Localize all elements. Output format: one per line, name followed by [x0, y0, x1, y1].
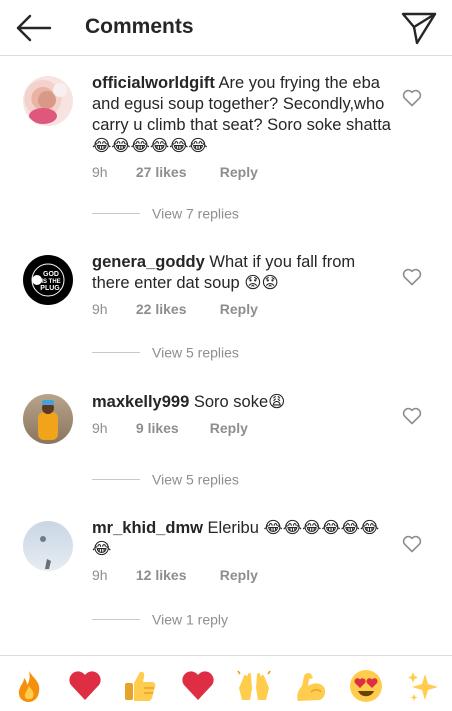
comment-message: Soro soke	[193, 393, 269, 411]
heart-icon[interactable]	[402, 89, 422, 107]
view-replies-label: View 5 replies	[152, 471, 239, 488]
divider-line	[92, 618, 140, 620]
comment-emojis: 😟😟	[244, 274, 279, 292]
comment-text: officialworldgift Are you frying the eba…	[92, 73, 392, 157]
comment-body: genera_goddy What if you fall from there…	[92, 252, 392, 321]
heart-icon[interactable]	[402, 535, 422, 553]
comment-body: officialworldgift Are you frying the eba…	[92, 73, 392, 184]
raising-hands-emoji-icon[interactable]	[236, 668, 272, 704]
red-heart-emoji-icon[interactable]	[67, 668, 103, 704]
reply-button[interactable]: Reply	[220, 567, 258, 583]
svg-text:GOD: GOD	[43, 271, 59, 278]
view-replies-button[interactable]: View 5 replies	[92, 343, 239, 363]
emoji-reaction-bar	[0, 655, 452, 711]
comment-time: 9h	[92, 164, 108, 180]
comment-meta: 9h 12 likes Reply	[92, 567, 392, 587]
view-replies-button[interactable]: View 7 replies	[92, 204, 239, 224]
divider-line	[92, 351, 140, 353]
comment-time: 9h	[92, 567, 108, 583]
svg-text:PLUG.: PLUG.	[40, 285, 61, 292]
comment-body: mr_khid_dmw Eleribu 😂😂😂😂😂😂😂 9h 12 likes …	[92, 518, 392, 587]
page-title: Comments	[85, 15, 194, 38]
comment-emojis: 😩	[268, 393, 286, 411]
comment-time: 9h	[92, 301, 108, 317]
heart-icon[interactable]	[402, 268, 422, 286]
reply-button[interactable]: Reply	[210, 420, 248, 436]
avatar[interactable]	[23, 521, 73, 571]
heart-icon[interactable]	[402, 407, 422, 425]
view-replies-label: View 5 replies	[152, 344, 239, 361]
flexed-biceps-emoji-icon[interactable]	[292, 668, 328, 704]
comment-time: 9h	[92, 420, 108, 436]
comment-likes[interactable]: 22 likes	[136, 301, 216, 317]
comment-likes[interactable]: 9 likes	[136, 420, 206, 436]
comment-message: Eleribu	[207, 519, 259, 537]
avatar[interactable]: GOD IS THE PLUG.	[23, 255, 73, 305]
arrow-left-icon[interactable]	[14, 12, 54, 44]
divider-line	[92, 478, 140, 480]
thumbs-up-emoji-icon[interactable]	[122, 668, 158, 704]
divider-line	[92, 212, 140, 214]
comment-meta: 9h 9 likes Reply	[92, 420, 392, 440]
sparkles-emoji-icon[interactable]	[405, 668, 441, 704]
avatar[interactable]	[23, 394, 73, 444]
view-replies-label: View 7 replies	[152, 205, 239, 222]
comment-likes[interactable]: 27 likes	[136, 164, 216, 180]
comment-username[interactable]: maxkelly999	[92, 393, 189, 411]
fire-emoji-icon[interactable]	[11, 668, 47, 704]
comment-meta: 9h 27 likes Reply	[92, 164, 392, 184]
view-replies-button[interactable]: View 5 replies	[92, 470, 239, 490]
heart-eyes-emoji-icon[interactable]	[348, 668, 384, 704]
reply-button[interactable]: Reply	[220, 301, 258, 317]
comment-body: maxkelly999 Soro soke😩 9h 9 likes Reply	[92, 392, 392, 440]
comment-likes[interactable]: 12 likes	[136, 567, 216, 583]
app-header: Comments	[0, 0, 452, 56]
paper-plane-icon[interactable]	[400, 10, 438, 46]
comment-text: maxkelly999 Soro soke😩	[92, 392, 392, 413]
view-replies-label: View 1 reply	[152, 611, 229, 628]
comment-username[interactable]: officialworldgift	[92, 74, 215, 92]
comment-text: genera_goddy What if you fall from there…	[92, 252, 392, 294]
view-replies-button[interactable]: View 1 reply	[92, 610, 228, 630]
comment-text: mr_khid_dmw Eleribu 😂😂😂😂😂😂😂	[92, 518, 392, 560]
avatar[interactable]	[23, 76, 73, 126]
comment-emojis: 😂😂😂😂😂😂	[92, 137, 208, 155]
comment-username[interactable]: genera_goddy	[92, 253, 205, 271]
red-heart-emoji-icon[interactable]	[180, 668, 216, 704]
comment-username[interactable]: mr_khid_dmw	[92, 519, 203, 537]
reply-button[interactable]: Reply	[220, 164, 258, 180]
comment-meta: 9h 22 likes Reply	[92, 301, 392, 321]
